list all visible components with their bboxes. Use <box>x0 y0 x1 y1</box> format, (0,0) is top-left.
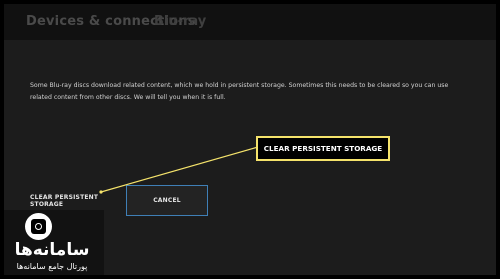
logo-name: سامانه‌ها <box>14 240 90 260</box>
annotation-callout: CLEAR PERSISTENT STORAGE <box>256 136 390 161</box>
logo-tagline: پورتال جامع سامانه‌ها <box>16 262 88 271</box>
callout-label: CLEAR PERSISTENT STORAGE <box>263 144 383 153</box>
watermark-logo: سامانه‌ها پورتال جامع سامانه‌ها <box>0 210 104 279</box>
logo-lens-icon <box>25 213 52 240</box>
